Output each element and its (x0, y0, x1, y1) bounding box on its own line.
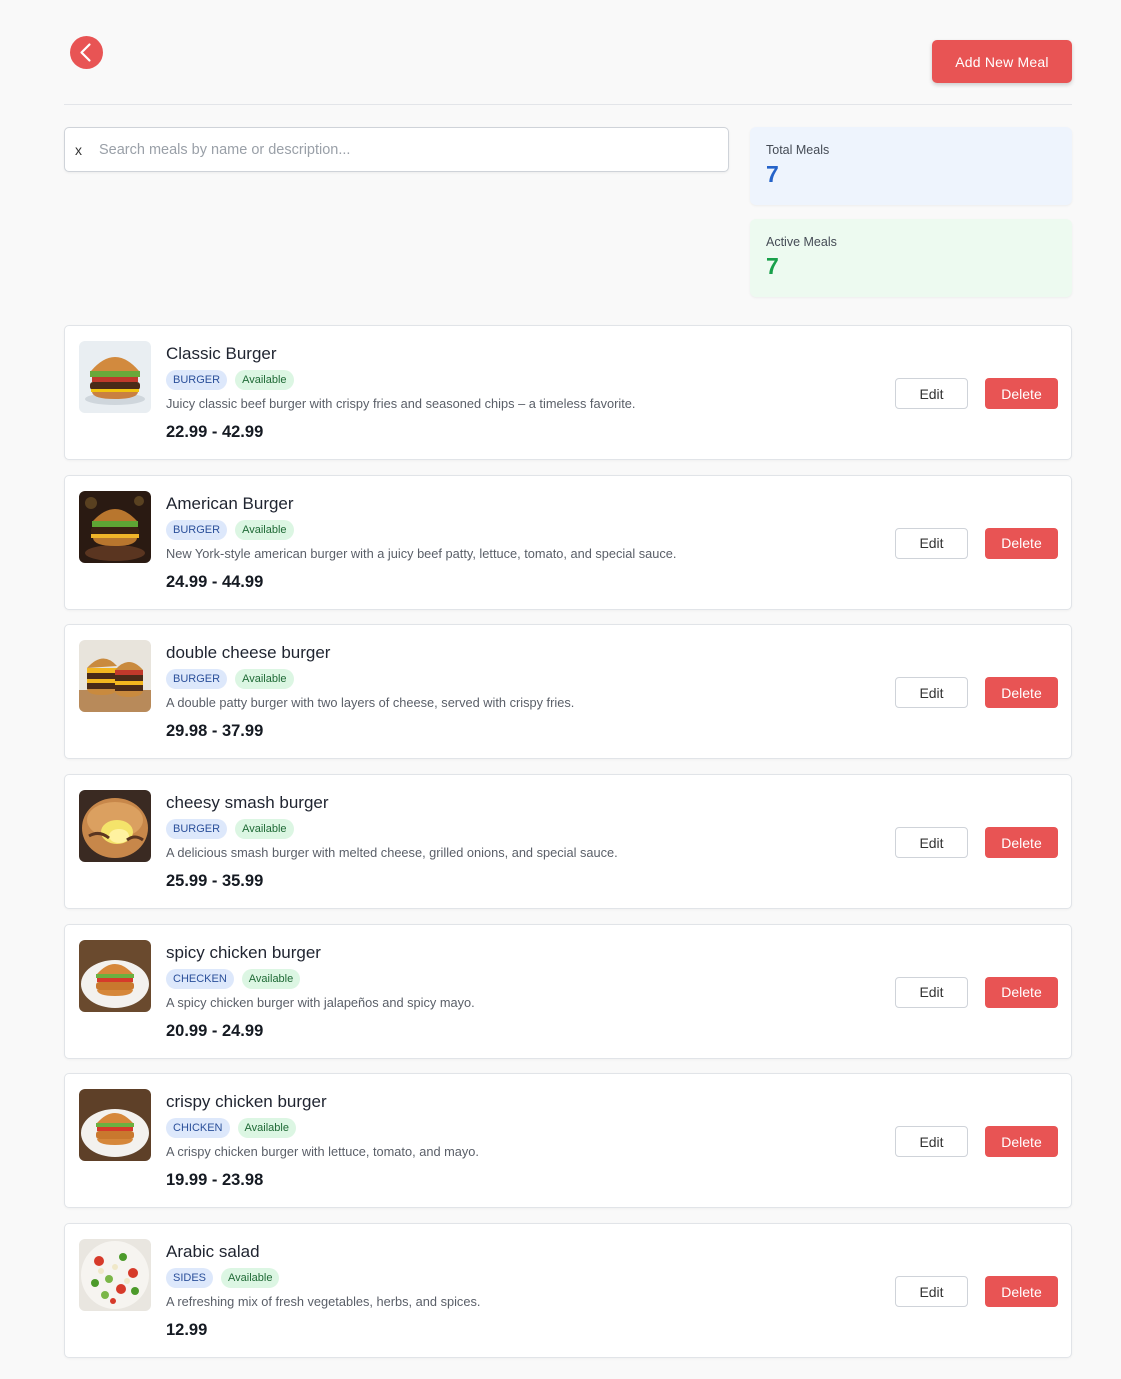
meal-card: Classic Burger BURGER Available Juicy cl… (64, 325, 1072, 460)
meal-name: crispy chicken burger (166, 1092, 327, 1112)
delete-button[interactable]: Delete (985, 1276, 1058, 1308)
meal-list: Classic Burger BURGER Available Juicy cl… (64, 325, 1072, 1373)
meal-card: double cheese burger BURGER Available A … (64, 624, 1072, 760)
meal-image (79, 1089, 151, 1162)
edit-button[interactable]: Edit (895, 677, 968, 709)
category-badge: BURGER (166, 370, 228, 390)
meal-price: 24.99 - 44.99 (166, 572, 264, 591)
meal-image (79, 640, 151, 713)
status-badge: Available (241, 968, 301, 989)
total-meals-card: Total Meals 7 (750, 127, 1072, 205)
page-header: Add New Meal (64, 0, 1072, 105)
delete-button[interactable]: Delete (985, 976, 1058, 1008)
delete-button[interactable]: Delete (985, 527, 1058, 559)
meal-price: 20.99 - 24.99 (166, 1021, 264, 1040)
meal-price: 12.99 (166, 1321, 208, 1340)
meal-description: A double patty burger with two layers of… (166, 695, 575, 711)
meal-card: cheesy smash burger BURGER Available A d… (64, 774, 1072, 910)
delete-button[interactable]: Delete (985, 378, 1058, 409)
meal-description: A crispy chicken burger with lettuce, to… (166, 1144, 479, 1160)
meal-price: 25.99 - 35.99 (166, 872, 264, 891)
status-badge: Available (235, 669, 294, 690)
category-badge: CHECKEN (166, 968, 234, 989)
meal-description: A delicious smash burger with melted che… (166, 845, 618, 861)
edit-button[interactable]: Edit (895, 827, 968, 859)
status-badge: Available (235, 819, 294, 840)
active-meals-card: Active Meals 7 (750, 219, 1072, 297)
edit-button[interactable]: Edit (895, 1276, 968, 1308)
search-input[interactable] (99, 128, 719, 171)
meal-name: American Burger (166, 493, 294, 513)
meal-card: Arabic salad SIDES Available A refreshin… (64, 1223, 1072, 1359)
total-meals-value: 7 (766, 161, 779, 187)
meal-description: Juicy classic beef burger with crispy fr… (166, 396, 636, 411)
edit-button[interactable]: Edit (895, 527, 968, 559)
meal-image (79, 490, 151, 563)
meal-image (79, 790, 151, 863)
edit-button[interactable]: Edit (895, 1126, 968, 1158)
category-badge: SIDES (166, 1268, 214, 1289)
edit-button[interactable]: Edit (895, 378, 968, 409)
active-meals-value: 7 (766, 253, 779, 279)
status-badge: Available (221, 1268, 280, 1289)
add-new-meal-button[interactable]: Add New Meal (932, 40, 1072, 83)
category-badge: BURGER (166, 519, 228, 540)
meal-name: Classic Burger (166, 344, 277, 363)
status-badge: Available (237, 1118, 296, 1139)
total-meals-label: Total Meals (766, 143, 830, 157)
search-clear-button[interactable]: x (75, 142, 82, 158)
meal-image (79, 341, 151, 413)
meal-name: double cheese burger (166, 643, 331, 663)
meal-card: spicy chicken burger CHECKEN Available A… (64, 923, 1072, 1059)
delete-button[interactable]: Delete (985, 1126, 1058, 1158)
meal-name: cheesy smash burger (166, 793, 329, 813)
delete-button[interactable]: Delete (985, 677, 1058, 709)
delete-button[interactable]: Delete (985, 827, 1058, 859)
meal-image (79, 939, 151, 1012)
category-badge: BURGER (166, 819, 228, 840)
status-badge: Available (235, 519, 294, 540)
category-badge: BURGER (166, 669, 228, 690)
meal-description: New York-style american burger with a ju… (166, 545, 677, 561)
meal-name: spicy chicken burger (166, 942, 321, 962)
meal-description: A refreshing mix of fresh vegetables, he… (166, 1294, 481, 1310)
active-meals-label: Active Meals (766, 235, 837, 249)
meal-image (79, 1239, 151, 1312)
meal-name: Arabic salad (166, 1242, 260, 1262)
edit-button[interactable]: Edit (895, 976, 968, 1008)
back-button[interactable] (70, 36, 103, 69)
meal-price: 29.98 - 37.99 (166, 722, 264, 741)
meal-description: A spicy chicken burger with jalapeños an… (166, 994, 475, 1010)
status-badge: Available (235, 370, 294, 390)
search-box: x (64, 127, 729, 172)
meal-card: American Burger BURGER Available New Yor… (64, 474, 1072, 610)
meal-card: crispy chicken burger CHICKEN Available … (64, 1073, 1072, 1209)
meal-price: 19.99 - 23.98 (166, 1171, 264, 1190)
category-badge: CHICKEN (166, 1118, 230, 1139)
chevron-left-icon (80, 43, 91, 62)
meal-price: 22.99 - 42.99 (166, 423, 264, 441)
